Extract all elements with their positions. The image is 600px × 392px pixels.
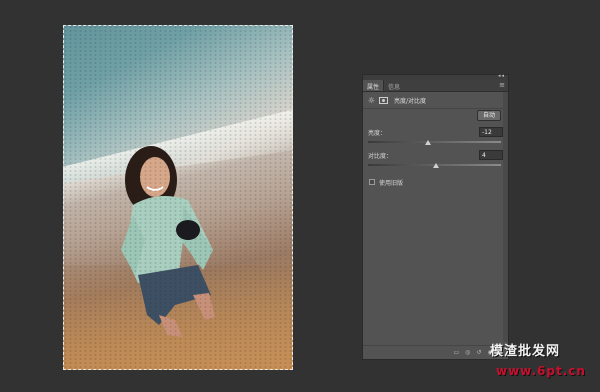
auto-button[interactable]: 自动	[477, 110, 501, 121]
panel-menu-icon[interactable]: ≡	[499, 81, 505, 89]
panel-scrollbar[interactable]	[503, 92, 508, 342]
contrast-label: 对比度：	[368, 153, 393, 160]
watermark-url-text: www.6pt.cn	[496, 364, 586, 378]
reset-icon[interactable]: ↺	[476, 349, 481, 357]
use-legacy-checkbox[interactable]	[369, 179, 375, 185]
tab-properties[interactable]: 属性	[363, 80, 384, 91]
site-watermark: 模渣批发网 www.6pt.cn	[490, 340, 595, 390]
watermark-main-text: 模渣批发网	[490, 344, 561, 359]
brightness-slider-thumb[interactable]	[424, 140, 431, 145]
brightness-slider[interactable]	[368, 141, 501, 143]
collapse-icon[interactable]: ◂◂	[498, 73, 505, 79]
clip-to-layer-icon[interactable]: ▭	[453, 349, 459, 357]
contrast-slider-thumb[interactable]	[432, 163, 439, 168]
brightness-icon: ☼	[367, 95, 376, 105]
brightness-input[interactable]	[479, 127, 503, 137]
halftone-overlay	[63, 25, 293, 370]
contrast-input[interactable]	[479, 150, 503, 160]
adjustment-title: 亮度/对比度	[394, 97, 427, 105]
view-previous-icon[interactable]: ◎	[465, 349, 470, 357]
properties-panel: ◂◂ 属性 信息 ≡ ☼ 亮度/对比度 自动 亮度： 对比度： 使用旧版 ▭ ◎…	[362, 73, 509, 360]
adjustment-header: ☼ 亮度/对比度	[363, 92, 508, 109]
mask-icon[interactable]	[379, 96, 388, 104]
brightness-label: 亮度：	[368, 130, 387, 137]
document-canvas[interactable]	[0, 0, 600, 392]
panel-bottom-bar: ▭ ◎ ↺ ◉ ▯	[363, 345, 508, 359]
panel-tabs: 属性 信息 ≡	[363, 80, 508, 92]
use-legacy-label: 使用旧版	[379, 180, 404, 187]
beach-photo	[63, 25, 293, 370]
tab-info[interactable]: 信息	[384, 80, 404, 91]
